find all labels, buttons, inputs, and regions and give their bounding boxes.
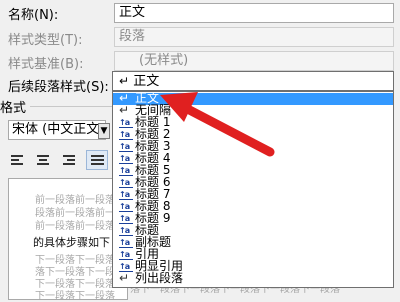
format-divider bbox=[30, 106, 112, 107]
heading-icon: ↑a bbox=[119, 129, 133, 140]
align-right-icon[interactable] bbox=[58, 150, 80, 170]
style-based-on-label: 样式基准(B): bbox=[8, 57, 84, 72]
heading-icon: ↑a bbox=[119, 237, 133, 248]
format-heading: 格式 bbox=[0, 101, 27, 116]
heading-icon: ↑a bbox=[119, 213, 133, 224]
chevron-down-icon[interactable]: ▼ bbox=[98, 123, 110, 139]
name-field[interactable]: 正文 bbox=[114, 3, 394, 23]
align-center-icon[interactable] bbox=[32, 150, 54, 170]
next-style-label: 后续段落样式(S): bbox=[8, 80, 109, 95]
heading-icon: ↑a bbox=[119, 117, 133, 128]
heading-icon: ↑a bbox=[119, 165, 133, 176]
style-listbox[interactable]: ↵ 正文 ↵ 无间隔 ↑a 标题 1 ↑a 标题 2 ↑a 标题 3 ↑a 标题… bbox=[112, 91, 394, 288]
heading-icon: ↑a bbox=[119, 201, 133, 212]
list-item-list-paragraph[interactable]: ↵ 列出段落 bbox=[113, 271, 393, 285]
style-type-field[interactable]: 段落 bbox=[114, 27, 394, 47]
next-style-dropdown[interactable]: ↵ 正文 bbox=[112, 71, 394, 91]
style-type-label: 样式类型(T): bbox=[8, 33, 83, 48]
heading-icon: ↑a bbox=[119, 189, 133, 200]
paragraph-mark-icon: ↵ bbox=[119, 271, 130, 285]
paragraph-mark-icon: ↵ bbox=[119, 74, 130, 88]
paragraph-mark-icon: ↵ bbox=[119, 103, 130, 117]
heading-icon: ↑a bbox=[119, 225, 133, 236]
heading-icon: ↑a bbox=[119, 249, 133, 260]
name-label: 名称(N): bbox=[8, 8, 59, 23]
align-left-icon[interactable] bbox=[6, 150, 28, 170]
style-preview: 前一段落前一段落前一段落 段落前一段落前一段落前一 前一段落前一段落前一段落 的… bbox=[8, 178, 155, 302]
preview-line: 的具体步骤如下 bbox=[33, 236, 110, 249]
heading-icon: ↑a bbox=[119, 153, 133, 164]
heading-icon: ↑a bbox=[119, 177, 133, 188]
justify-icon[interactable] bbox=[86, 150, 108, 170]
heading-icon: ↑a bbox=[119, 141, 133, 152]
style-based-on-field[interactable]: (无样式) bbox=[114, 51, 394, 71]
font-select[interactable]: 宋体 (中文正文 bbox=[8, 120, 106, 140]
